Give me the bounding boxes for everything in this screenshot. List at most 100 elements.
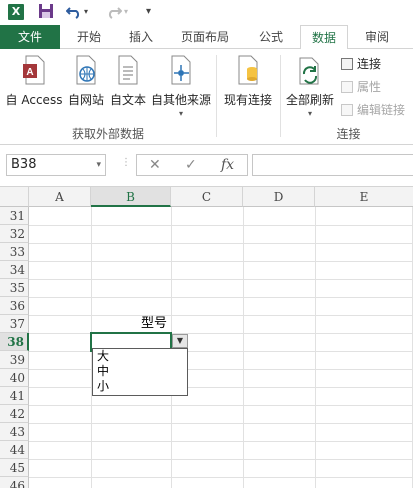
from-other-sources-button[interactable]: 自其他来源 ▾	[150, 55, 212, 118]
row-header[interactable]: 32	[0, 225, 29, 243]
resize-handle-icon[interactable]: ⋮	[121, 157, 131, 168]
column-header-a[interactable]: A	[29, 187, 91, 207]
from-web-label: 自网站	[67, 93, 104, 107]
row-header[interactable]: 41	[0, 387, 29, 405]
from-access-button[interactable]: A 自 Access	[4, 55, 64, 108]
insert-function-icon[interactable]: fx	[221, 155, 234, 175]
gridline	[29, 261, 413, 262]
formula-bar: B38 ▾ ⋮ ✕ ✓ fx	[0, 145, 413, 187]
redo-icon	[106, 3, 123, 21]
gridline	[29, 225, 413, 226]
cell-b37[interactable]: 型号	[91, 315, 171, 333]
properties-label: 属性	[357, 80, 382, 94]
list-option[interactable]: 中	[93, 364, 187, 379]
tab-insert[interactable]: 插入	[118, 25, 164, 49]
globe-icon	[74, 55, 98, 85]
svg-text:A: A	[26, 67, 33, 78]
gridline	[29, 423, 413, 424]
row-header[interactable]: 37	[0, 315, 29, 333]
row-header[interactable]: 36	[0, 297, 29, 315]
gridline	[29, 243, 413, 244]
ribbon-tabs: 文件 开始 插入 页面布局 公式 数据 审阅	[0, 25, 413, 50]
worksheet-grid: A B C D E 31 32 33 34 35 36 37 38 39 40 …	[0, 187, 413, 488]
access-icon: A	[22, 55, 46, 85]
column-header-b[interactable]: B	[91, 187, 171, 207]
redo-dropdown-icon: ▾	[124, 7, 129, 16]
properties-button: 属性	[341, 78, 381, 96]
excel-app-icon: X	[8, 4, 24, 20]
row-header[interactable]: 42	[0, 405, 29, 423]
properties-icon	[341, 81, 353, 93]
name-box[interactable]: B38 ▾	[6, 154, 106, 176]
group-divider	[280, 55, 281, 137]
column-header-d[interactable]: D	[243, 187, 315, 207]
group-divider	[216, 55, 217, 137]
gridline	[29, 297, 413, 298]
refresh-icon	[298, 55, 322, 85]
group-label-connections: 连接	[336, 127, 361, 141]
formula-buttons: ✕ ✓ fx	[136, 154, 248, 176]
gridline	[29, 315, 413, 316]
ribbon-data: A 自 Access 自网站 自文本 自其他来源 ▾ 获取外部数据 现有连接 全…	[0, 49, 413, 145]
validation-dropdown-button[interactable]: ▼	[172, 334, 188, 348]
list-option[interactable]: 小	[93, 379, 187, 394]
save-icon[interactable]	[38, 3, 54, 21]
customize-icon[interactable]: ▾	[146, 3, 151, 21]
connections-icon	[341, 58, 353, 70]
gridline	[29, 477, 413, 478]
list-option[interactable]: 大	[93, 349, 187, 364]
gridline	[29, 441, 413, 442]
cancel-icon[interactable]: ✕	[149, 155, 161, 175]
from-other-sources-label: 自其他来源	[150, 93, 211, 107]
chevron-down-icon[interactable]: ▾	[96, 155, 101, 175]
row-header[interactable]: 39	[0, 351, 29, 369]
row-header-active[interactable]: 38	[0, 333, 29, 351]
edit-links-label: 编辑链接	[357, 103, 406, 117]
column-header-c[interactable]: C	[171, 187, 243, 207]
edit-links-button: 编辑链接	[341, 101, 405, 119]
from-text-button[interactable]: 自文本	[108, 55, 148, 108]
formula-input[interactable]	[252, 154, 413, 176]
tab-file[interactable]: 文件	[0, 25, 60, 49]
row-header[interactable]: 35	[0, 279, 29, 297]
from-access-label: 自 Access	[5, 93, 63, 107]
refresh-all-label: 全部刷新	[285, 93, 334, 107]
tab-page-layout[interactable]: 页面布局	[172, 25, 238, 49]
row-header[interactable]: 44	[0, 441, 29, 459]
quick-access-toolbar: X ▾ ▾ ▾	[0, 0, 413, 25]
column-header-e[interactable]: E	[315, 187, 413, 207]
edit-links-icon	[341, 104, 353, 116]
chevron-down-icon: ▾	[178, 109, 183, 118]
text-file-icon	[116, 55, 140, 85]
row-header[interactable]: 31	[0, 207, 29, 225]
undo-dropdown-icon[interactable]: ▾	[84, 3, 88, 21]
name-box-value: B38	[11, 157, 37, 172]
tab-data[interactable]: 数据	[300, 25, 348, 50]
from-text-label: 自文本	[109, 93, 146, 107]
existing-connections-button[interactable]: 现有连接	[220, 55, 276, 108]
row-header[interactable]: 40	[0, 369, 29, 387]
row-header[interactable]: 46	[0, 477, 29, 488]
gridline	[243, 207, 244, 488]
row-header[interactable]: 33	[0, 243, 29, 261]
select-all-corner[interactable]	[0, 187, 29, 207]
tab-review[interactable]: 审阅	[354, 25, 400, 49]
validation-list: 大 中 小	[92, 348, 188, 396]
tab-formulas[interactable]: 公式	[248, 25, 294, 49]
undo-icon[interactable]	[65, 3, 82, 21]
gridline	[29, 387, 413, 388]
gridline	[29, 333, 413, 334]
from-web-button[interactable]: 自网站	[66, 55, 106, 108]
gridline	[29, 351, 413, 352]
existing-connections-icon	[236, 55, 260, 85]
row-header[interactable]: 45	[0, 459, 29, 477]
connections-label: 连接	[357, 57, 382, 71]
gridline	[29, 279, 413, 280]
tab-home[interactable]: 开始	[66, 25, 112, 49]
connections-button[interactable]: 连接	[341, 55, 381, 73]
enter-icon[interactable]: ✓	[185, 155, 197, 175]
other-sources-icon	[169, 55, 193, 85]
refresh-all-button[interactable]: 全部刷新 ▾	[284, 55, 336, 118]
row-header[interactable]: 43	[0, 423, 29, 441]
row-header[interactable]: 34	[0, 261, 29, 279]
